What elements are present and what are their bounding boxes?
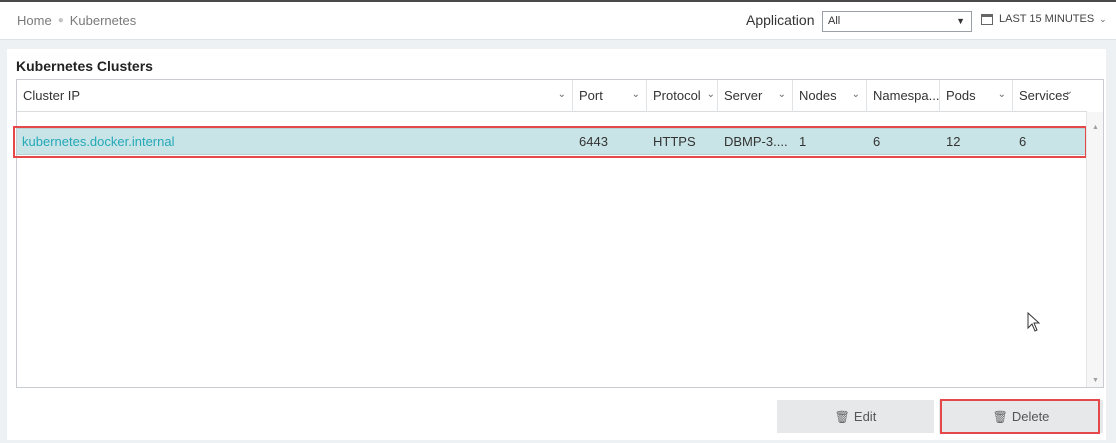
column-header-label: Server <box>724 88 763 103</box>
mouse-cursor-icon <box>1027 312 1041 332</box>
chevron-down-icon[interactable]: ⌄ <box>998 89 1006 100</box>
table-header: Cluster IP ⌄ Port ⌄ Protocol ⌄ Server ⌄ … <box>17 80 1087 112</box>
column-header-label: Nodes <box>799 88 837 103</box>
chevron-down-icon[interactable]: ⌄ <box>778 89 786 100</box>
column-header-protocol[interactable]: Protocol ⌄ <box>647 80 718 112</box>
breadcrumb-current: Kubernetes <box>69 13 137 28</box>
calendar-icon <box>981 13 993 25</box>
page-header: Home ● Kubernetes Application All ▼ LAST… <box>0 2 1116 40</box>
chevron-down-icon[interactable]: ⌄ <box>1065 86 1073 97</box>
vertical-scrollbar[interactable]: ▲ ▼ <box>1086 112 1103 387</box>
scroll-up-icon[interactable]: ▲ <box>1092 124 1099 131</box>
chevron-down-icon: ⌄ <box>1099 13 1107 24</box>
column-header-label: Namespa... <box>873 88 940 103</box>
column-header-cluster-ip[interactable]: Cluster IP ⌄ <box>17 80 573 112</box>
breadcrumb-home[interactable]: Home <box>17 13 52 28</box>
application-select-value: All <box>828 15 841 27</box>
chevron-down-icon[interactable]: ⌄ <box>852 89 860 100</box>
cell-nodes: 1 <box>799 134 807 149</box>
table-row[interactable]: kubernetes.docker.internal 6443 HTTPS DB… <box>13 126 1087 158</box>
breadcrumb: Home ● Kubernetes <box>17 13 136 28</box>
clusters-table: Cluster IP ⌄ Port ⌄ Protocol ⌄ Server ⌄ … <box>13 79 1104 388</box>
clusters-panel: Kubernetes Clusters Cluster IP ⌄ Port ⌄ … <box>7 49 1106 440</box>
breadcrumb-separator-icon: ● <box>57 15 64 26</box>
application-select[interactable]: All ▼ <box>822 11 972 32</box>
delete-highlight <box>940 399 1100 434</box>
column-header-services[interactable]: Services ⌄ <box>1013 80 1087 112</box>
application-label: Application <box>746 12 815 28</box>
column-header-label: Protocol <box>653 88 701 103</box>
column-header-label: Cluster IP <box>23 88 81 103</box>
column-header-label: Pods <box>946 88 976 103</box>
cell-namespaces: 6 <box>873 134 881 149</box>
edit-button[interactable]: 🗑 Edit <box>777 400 934 433</box>
panel-title: Kubernetes Clusters <box>16 58 153 74</box>
column-header-port[interactable]: Port ⌄ <box>573 80 647 112</box>
column-header-label: Port <box>579 88 603 103</box>
scroll-down-icon[interactable]: ▼ <box>1092 377 1099 384</box>
column-header-nodes[interactable]: Nodes ⌄ <box>793 80 867 112</box>
cell-pods: 12 <box>946 134 961 149</box>
time-range-label: LAST 15 MINUTES <box>999 13 1095 25</box>
trash-icon: 🗑 <box>834 409 850 424</box>
chevron-down-icon[interactable]: ⌄ <box>632 89 640 100</box>
cell-protocol: HTTPS <box>653 134 696 149</box>
column-header-namespaces[interactable]: Namespa... <box>867 80 940 112</box>
edit-button-label: Edit <box>853 409 877 424</box>
chevron-down-icon[interactable]: ⌄ <box>707 89 715 100</box>
cell-server: DBMP-3.... <box>724 134 788 149</box>
column-header-pods[interactable]: Pods ⌄ <box>940 80 1013 112</box>
column-header-label: Services <box>1019 88 1069 103</box>
column-header-server[interactable]: Server ⌄ <box>718 80 793 112</box>
cell-port: 6443 <box>579 134 608 149</box>
select-arrow-icon: ▼ <box>956 16 965 26</box>
time-range-picker[interactable]: LAST 15 MINUTES ⌄ <box>981 13 1107 25</box>
cell-cluster-ip[interactable]: kubernetes.docker.internal <box>22 134 174 149</box>
cell-services: 6 <box>1019 134 1027 149</box>
chevron-down-icon[interactable]: ⌄ <box>558 89 566 100</box>
